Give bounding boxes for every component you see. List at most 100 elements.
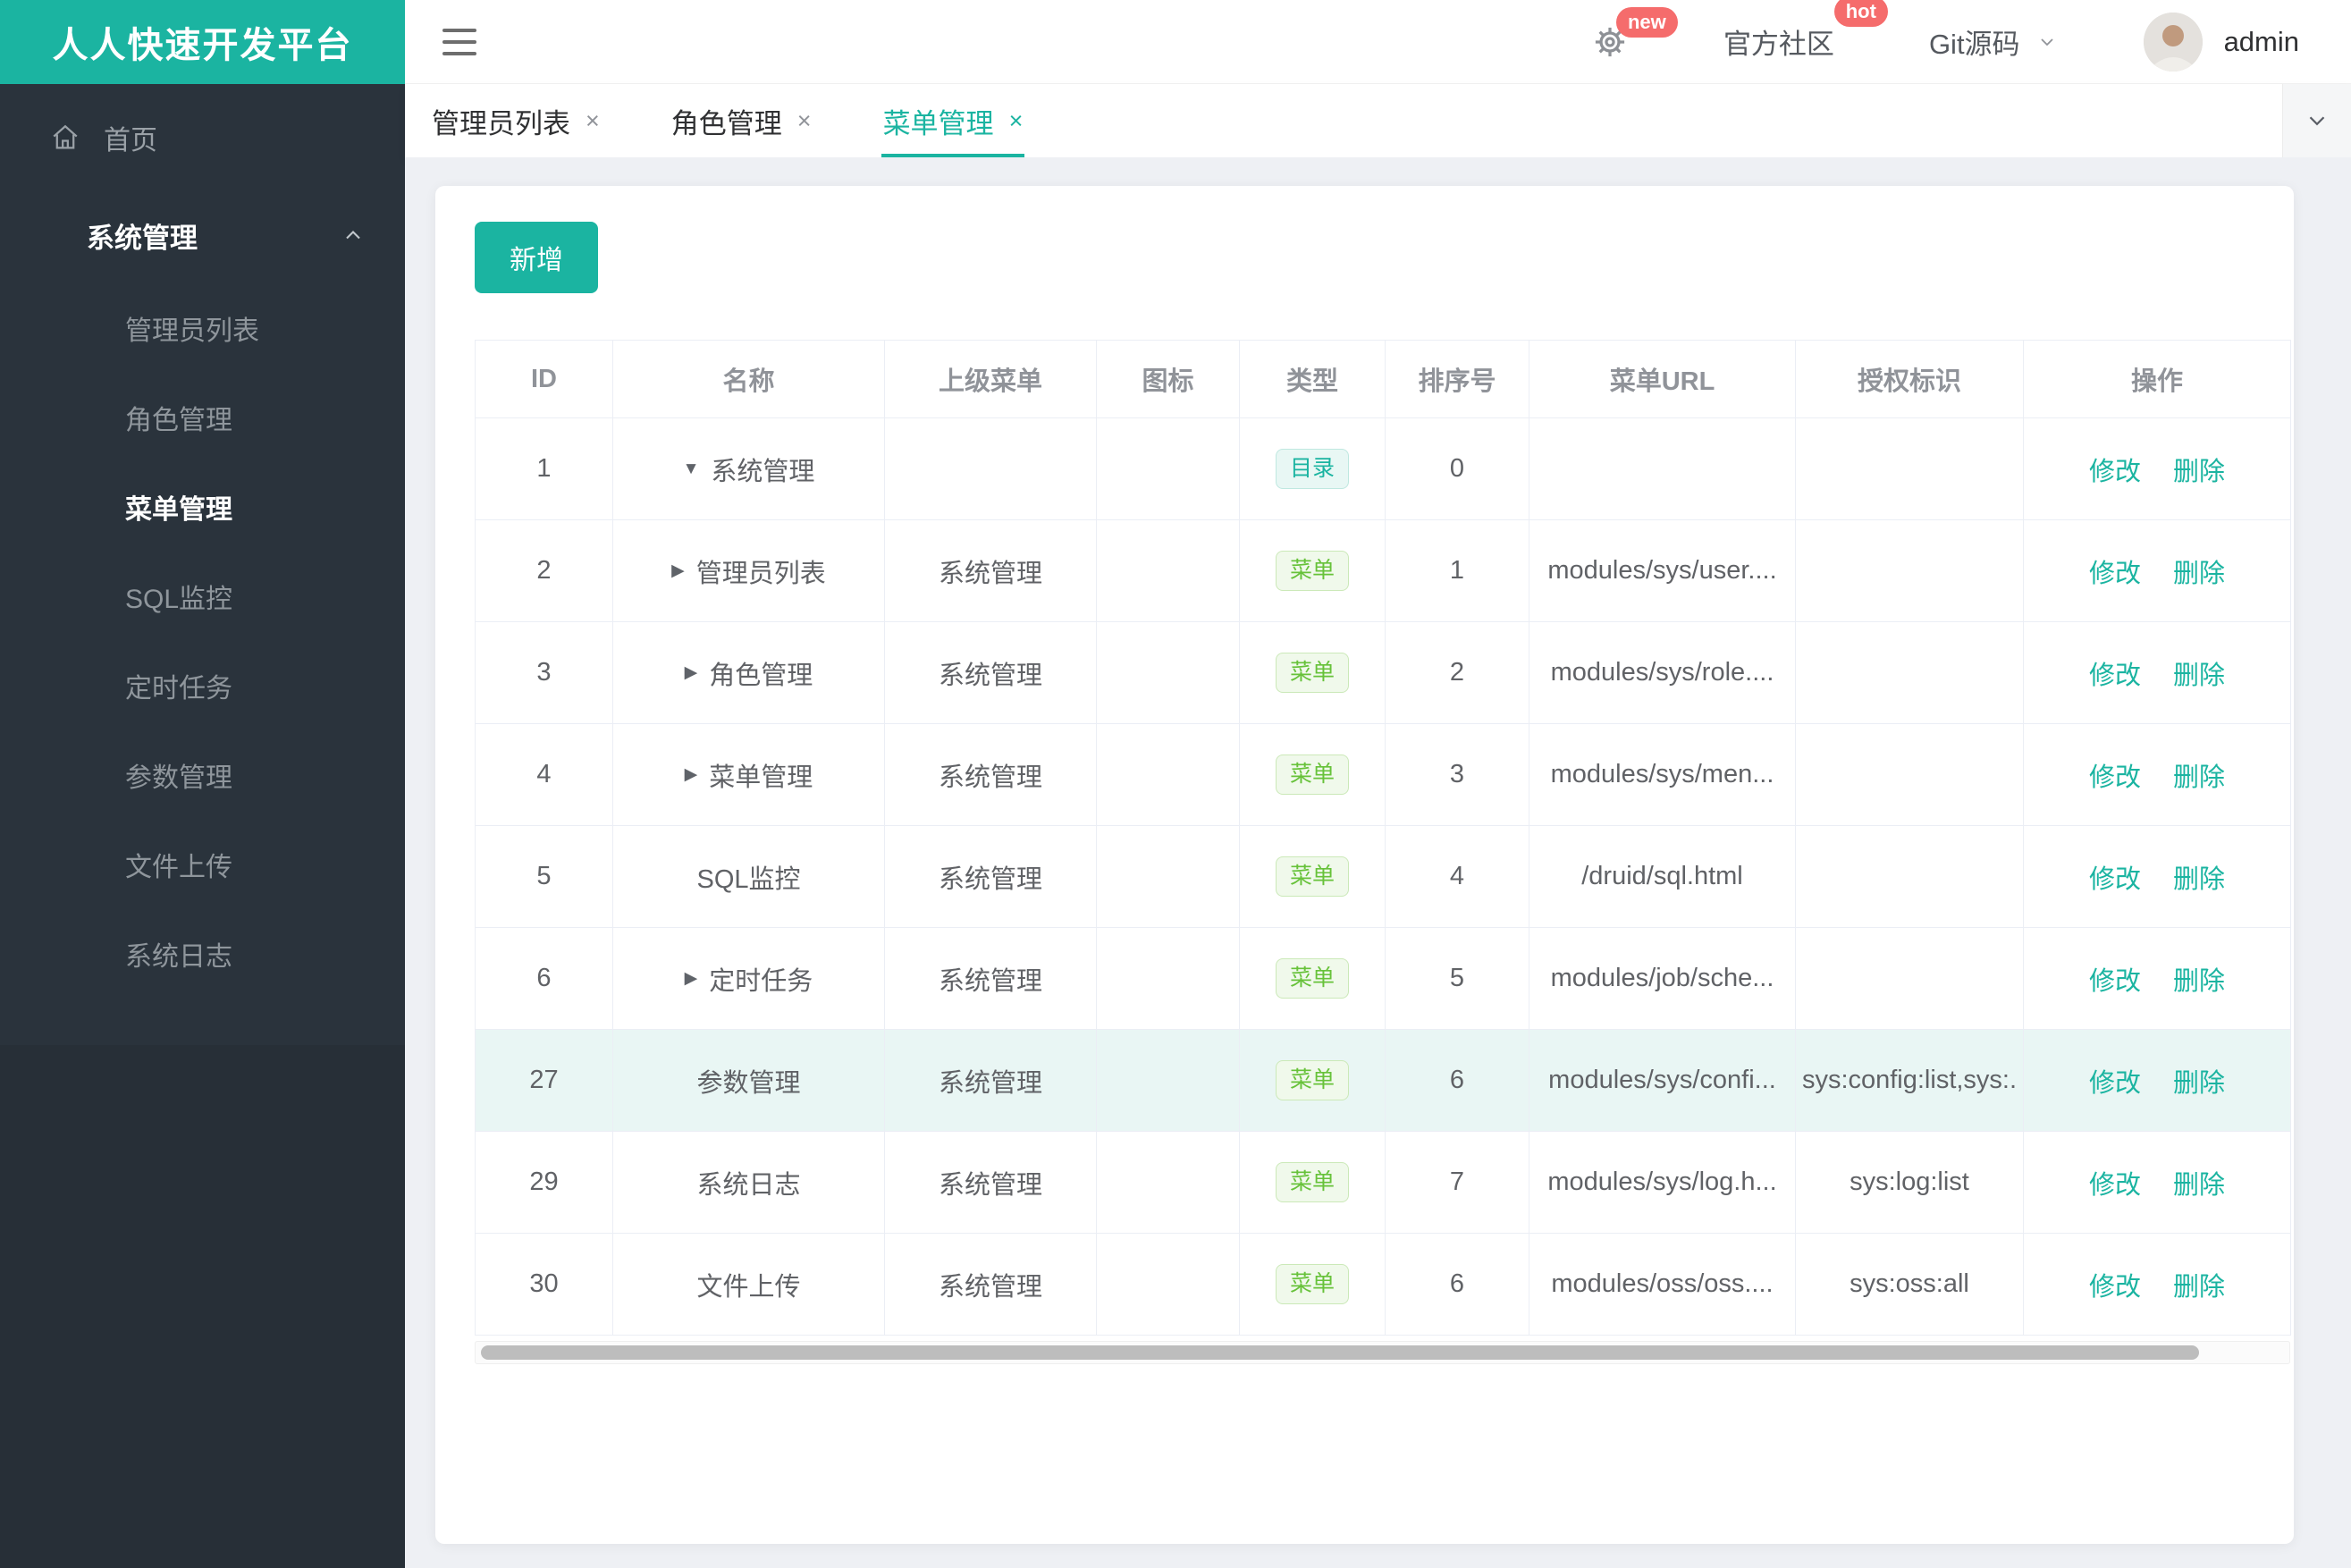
tab-label: 菜单管理: [882, 107, 994, 139]
tab-label: 角色管理: [670, 107, 782, 139]
username[interactable]: admin: [2224, 26, 2299, 58]
git-source-dropdown[interactable]: Git源码: [1929, 21, 2058, 62]
settings-button[interactable]: new: [1589, 6, 1678, 63]
cell-id: 3: [475, 621, 613, 724]
type-tag: 菜单: [1275, 754, 1349, 795]
expand-arrow-icon[interactable]: ▶: [685, 662, 698, 683]
cell-actions: 修改 删除: [2023, 1029, 2291, 1132]
delete-link[interactable]: 删除: [2173, 1069, 2225, 1098]
delete-link[interactable]: 删除: [2173, 458, 2225, 486]
edit-link[interactable]: 修改: [2089, 1273, 2141, 1302]
cell-name: ▶ 菜单管理: [614, 756, 884, 794]
cell-actions: 修改 删除: [2023, 417, 2291, 520]
add-button[interactable]: 新增: [475, 222, 598, 293]
delete-link[interactable]: 删除: [2173, 763, 2225, 792]
sidebar-item-home[interactable]: 首页: [0, 84, 405, 191]
cell-type: 菜单: [1239, 1029, 1386, 1132]
edit-link[interactable]: 修改: [2089, 1171, 2141, 1200]
sidebar: 人人快速开发平台 首页 系统管理 管理员列表 角色管理 菜单管理 SQL监控 定时任务参…: [0, 0, 405, 1568]
delete-link[interactable]: 删除: [2173, 1171, 2225, 1200]
cell-order: 7: [1385, 1131, 1529, 1234]
close-icon[interactable]: ×: [797, 107, 812, 135]
cell-type: 菜单: [1239, 723, 1386, 826]
delete-link[interactable]: 删除: [2173, 1273, 2225, 1302]
sidebar-subitem[interactable]: 系统日志: [0, 913, 405, 1002]
cell-type: 目录: [1239, 417, 1386, 520]
expand-arrow-icon[interactable]: ▶: [685, 764, 698, 785]
edit-link[interactable]: 修改: [2089, 967, 2141, 996]
main-content: 新增 ID 名称 上级菜单 图标 类型 排序号 菜单URL 授权标识 操作 1 ▼ 系统管理 目…: [405, 157, 2351, 1568]
chevron-down-icon: [2309, 116, 2325, 126]
cell-type: 菜单: [1239, 1233, 1386, 1336]
hamburger-menu-icon[interactable]: [442, 21, 476, 63]
tab[interactable]: 角色管理 ×: [671, 84, 812, 157]
expand-arrow-icon[interactable]: ▶: [671, 561, 685, 581]
cell-order: 4: [1385, 825, 1529, 928]
edit-link[interactable]: 修改: [2089, 1069, 2141, 1098]
sidebar-subitem[interactable]: 管理员列表: [0, 287, 405, 376]
delete-link[interactable]: 删除: [2173, 662, 2225, 690]
menu-table-wrap: ID 名称 上级菜单 图标 类型 排序号 菜单URL 授权标识 操作 1 ▼ 系统管理 目录 0…: [475, 340, 2292, 1336]
cell-actions: 修改 删除: [2023, 927, 2291, 1030]
edit-link[interactable]: 修改: [2089, 763, 2141, 792]
avatar-image: [2143, 12, 2203, 72]
type-tag: 菜单: [1275, 653, 1349, 693]
cell-icon: [1096, 723, 1240, 826]
sidebar-subitem[interactable]: SQL监控: [0, 555, 405, 645]
avatar[interactable]: [2143, 12, 2203, 72]
cell-order: 3: [1385, 723, 1529, 826]
delete-link[interactable]: 删除: [2173, 967, 2225, 996]
cell-menu-url: modules/job/sche...: [1529, 927, 1796, 1030]
edit-link[interactable]: 修改: [2089, 865, 2141, 894]
edit-link[interactable]: 修改: [2089, 560, 2141, 588]
cell-icon: [1096, 927, 1240, 1030]
cell-parent-menu: 系统管理: [884, 723, 1097, 826]
cell-name: 文件上传: [614, 1266, 884, 1303]
close-icon[interactable]: ×: [586, 107, 600, 135]
expand-arrow-icon[interactable]: ▶: [685, 968, 698, 989]
scrollbar-thumb[interactable]: [481, 1345, 2199, 1360]
table-row: 30 文件上传 系统管理 菜单 6 modules/oss/oss.... sy…: [475, 1233, 2291, 1336]
cell-icon: [1096, 417, 1240, 520]
edit-link[interactable]: 修改: [2089, 458, 2141, 486]
cell-parent-menu: [884, 417, 1097, 520]
sidebar-subitem[interactable]: 文件上传: [0, 823, 405, 913]
delete-link[interactable]: 删除: [2173, 560, 2225, 588]
cell-parent-menu: 系统管理: [884, 621, 1097, 724]
table-header-row: ID 名称 上级菜单 图标 类型 排序号 菜单URL 授权标识 操作: [475, 340, 2291, 418]
cell-type: 菜单: [1239, 825, 1386, 928]
cell-actions: 修改 删除: [2023, 519, 2291, 622]
new-badge: new: [1615, 6, 1678, 38]
type-tag: 菜单: [1275, 958, 1349, 999]
app-logo[interactable]: 人人快速开发平台: [0, 0, 405, 84]
delete-link[interactable]: 删除: [2173, 865, 2225, 894]
sidebar-subitem[interactable]: 角色管理: [0, 376, 405, 466]
tab[interactable]: 菜单管理 ×: [881, 84, 1025, 157]
table-row: 2 ▶ 管理员列表 系统管理 菜单 1 modules/sys/user....…: [475, 519, 2291, 622]
type-tag: 目录: [1275, 449, 1349, 489]
sidebar-group-system[interactable]: 系统管理: [0, 191, 405, 279]
close-icon[interactable]: ×: [1009, 107, 1024, 135]
sidebar-subitem[interactable]: 菜单管理: [0, 466, 405, 555]
cell-type: 菜单: [1239, 519, 1386, 622]
cell-order: 6: [1385, 1029, 1529, 1132]
column-header: 排序号: [1385, 340, 1529, 418]
tab[interactable]: 管理员列表 ×: [432, 84, 600, 157]
sidebar-subitem[interactable]: 定时任务: [0, 645, 405, 734]
menu-name-text: 菜单管理: [709, 763, 813, 792]
edit-link[interactable]: 修改: [2089, 662, 2141, 690]
tab-overflow-button[interactable]: [2282, 84, 2351, 157]
sidebar-subitem[interactable]: 参数管理: [0, 734, 405, 823]
sidebar-subitem-label: 参数管理: [125, 763, 232, 793]
cell-actions: 修改 删除: [2023, 723, 2291, 826]
table-row: 5 SQL监控 系统管理 菜单 4 /druid/sql.html 修改 删除: [475, 825, 2291, 928]
top-header: new 官方社区 hot Git源码 admin: [405, 0, 2351, 84]
cell-type: 菜单: [1239, 1131, 1386, 1234]
cell-perms: sys:log:list: [1795, 1131, 2024, 1234]
community-link[interactable]: 官方社区 hot: [1723, 0, 1888, 62]
horizontal-scrollbar[interactable]: [475, 1341, 2290, 1364]
cell-perms: [1795, 723, 2024, 826]
cell-order: 1: [1385, 519, 1529, 622]
expand-arrow-icon[interactable]: ▼: [683, 459, 700, 479]
git-source-label: Git源码: [1928, 29, 2020, 60]
